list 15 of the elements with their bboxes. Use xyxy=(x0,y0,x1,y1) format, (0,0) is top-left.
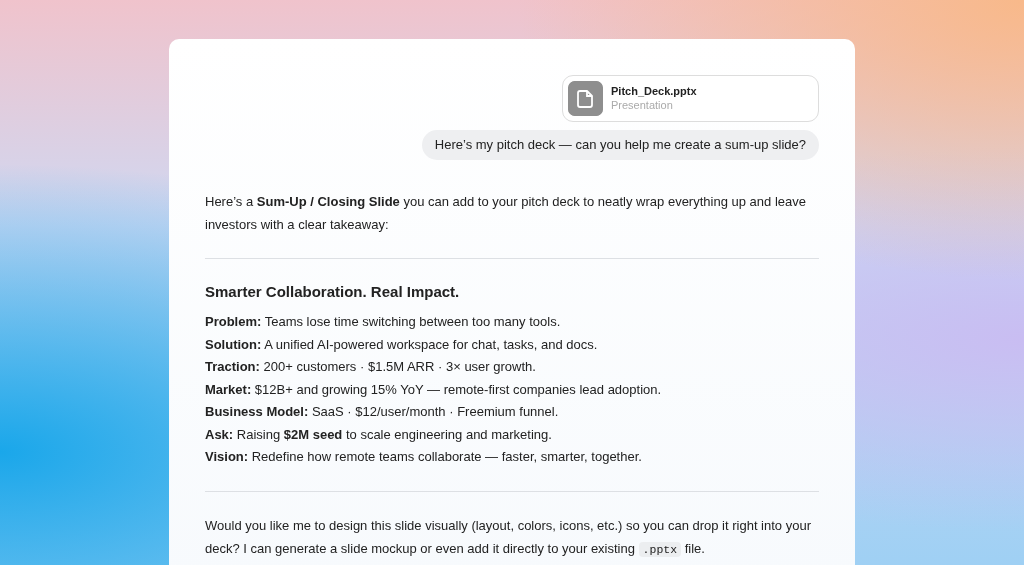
slide-point: Business Model: SaaS · $12/user/month · Freemium funnel. xyxy=(205,403,560,421)
slide-point: Traction: 200+ customers · $1.5M ARR · 3× user growth. xyxy=(205,358,537,376)
user-message: Here’s my pitch deck — can you help me create a sum-up slide? xyxy=(421,130,819,160)
file-type: Presentation xyxy=(611,98,674,112)
document-icon xyxy=(568,81,603,116)
slide-point: Problem: Teams lose time switching between too many tools. xyxy=(205,313,562,331)
slide-point: Vision: Redefine how remote teams collaborate — faster, smarter, together. xyxy=(205,448,643,466)
file-name: Pitch_Deck.pptx xyxy=(611,85,697,99)
reply-closing: Would you like me to design this slide visually (layout, colors, icons, etc.) so you can drop it right into your deck? I can generate a slide mockup or even add it directly to your existing .pptx file. xyxy=(205,516,812,559)
file-attachment[interactable]: Pitch_Deck.pptx Presentation xyxy=(562,75,819,122)
slide-point: Market: $12B+ and growing 15% YoY — remote-first companies lead adoption. xyxy=(205,380,663,399)
slide-point: Solution: A unified AI-powered workspace for chat, tasks, and docs. xyxy=(205,335,599,354)
slide-point: Ask: Raising $2M seed to scale engineering and marketing. xyxy=(205,425,553,444)
slide-title: Smarter Collaboration. Real Impact. xyxy=(205,281,461,302)
reply-intro: Here’s a Sum-Up / Closing Slide you can add to your pitch deck to neatly wrap everything up and leave investors with a clear takeaway: xyxy=(205,192,807,234)
